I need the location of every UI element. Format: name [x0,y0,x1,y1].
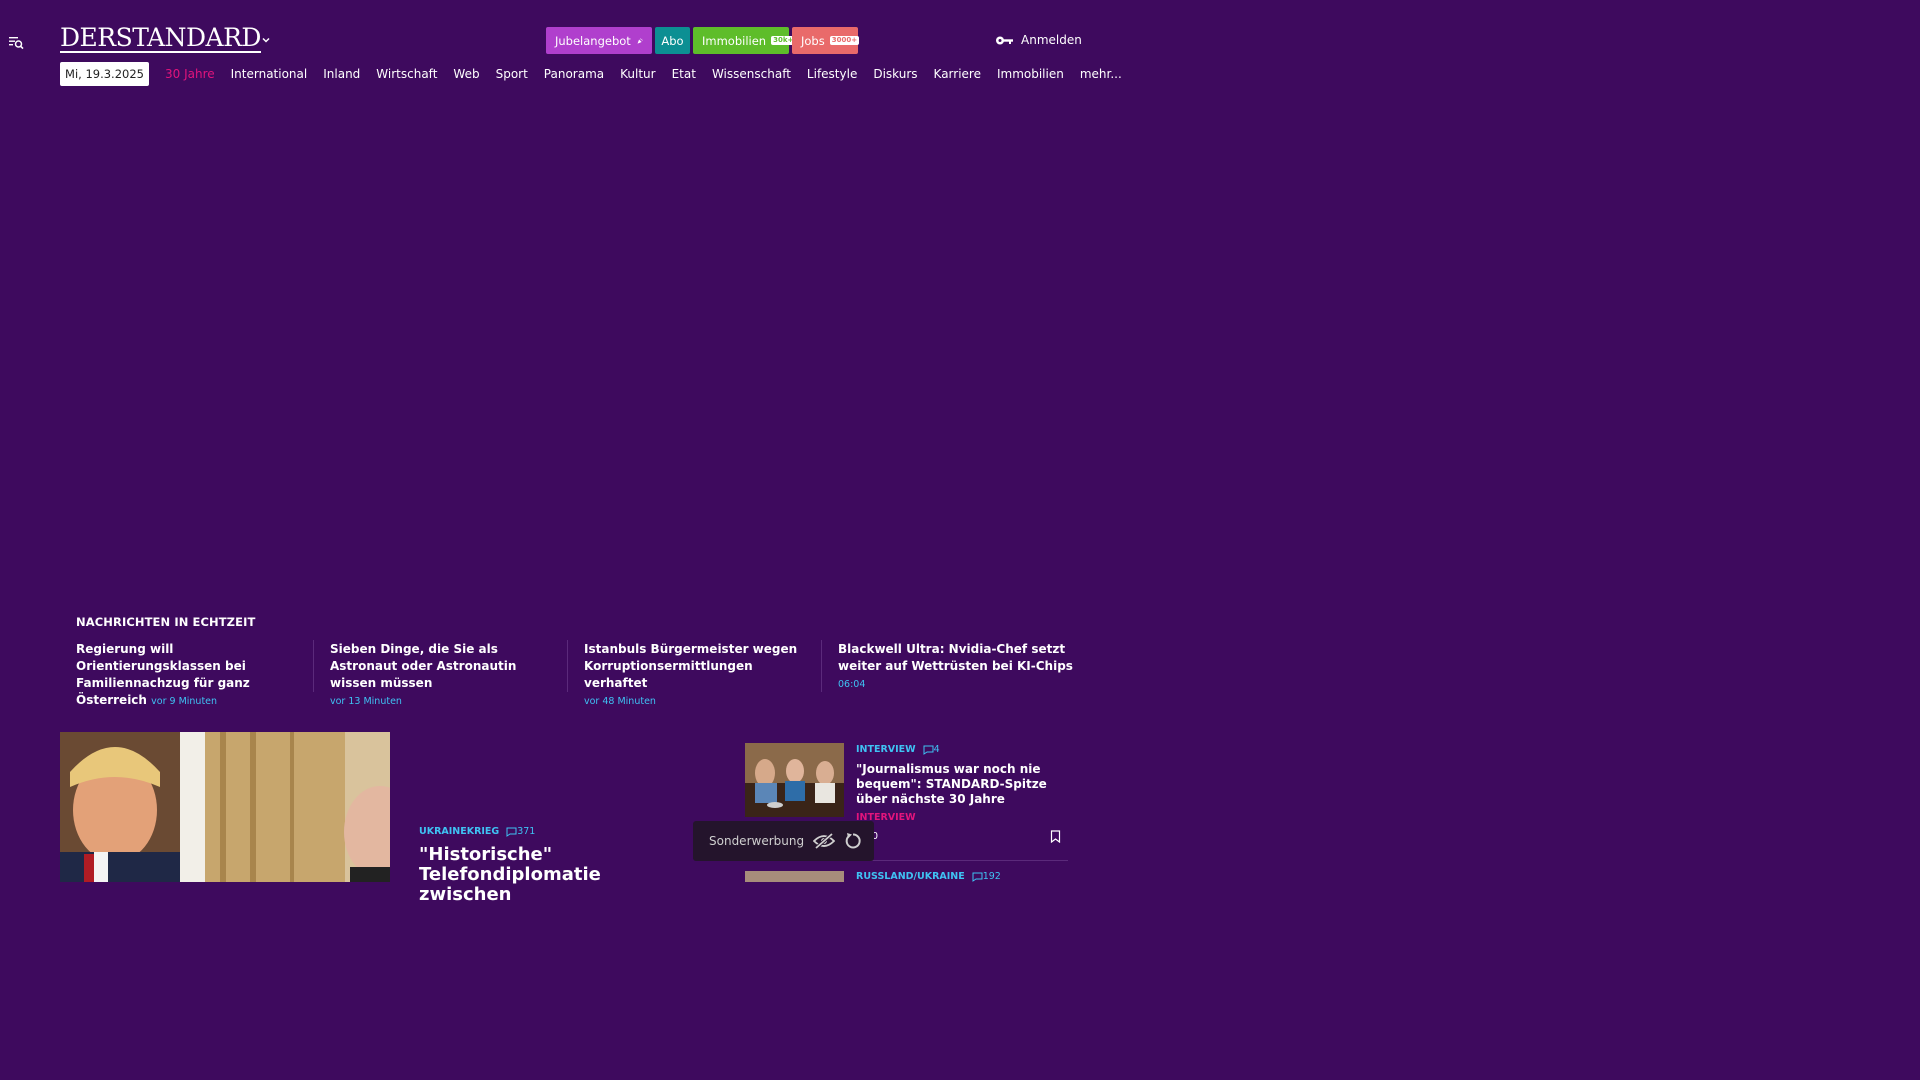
nav-item-international[interactable]: International [231,67,308,81]
side-kicker-label: INTERVIEW [856,744,916,755]
realtime-heading: NACHRICHTEN IN ECHTZEIT [76,615,256,629]
lead-comment-count[interactable]: 371 [506,826,535,837]
side-story-kicker-2: RUSSLAND/UKRAINE 192 [856,871,1001,882]
menu-search-icon[interactable] [8,34,24,50]
immobilien-button[interactable]: Immobilien 30k+ [693,27,796,54]
nav-item-kultur[interactable]: Kultur [620,67,655,81]
jobs-badge: 3000+ [829,36,860,45]
realtime-item-title: Sieben Dinge, die Sie als Astronaut oder… [330,642,517,690]
lead-story-title[interactable]: "Historische" Telefondiplomatie zwischen [419,845,699,905]
party-popper-icon [637,37,643,44]
nav-item-wissenschaft[interactable]: Wissenschaft [712,67,791,81]
side-comment-count-2[interactable]: 192 [972,871,1001,882]
eye-off-icon[interactable] [813,833,836,849]
realtime-divider [313,640,314,692]
login-button[interactable]: Anmelden [995,30,1082,50]
comment-icon [923,745,934,755]
realtime-item[interactable]: Blackwell Ultra: Nvidia-Chef setzt weite… [838,641,1073,693]
realtime-item[interactable]: Istanbuls Bürgermeister wegen Korruption… [584,641,819,710]
side-kicker2-label: RUSSLAND/UKRAINE [856,871,965,882]
jubelangebot-label: Jubelangebot [555,33,631,48]
jobs-label: Jobs [801,33,825,48]
side-story-kicker: INTERVIEW 4 [856,744,940,755]
nav-item-diskurs[interactable]: Diskurs [873,67,917,81]
realtime-item-time: 06:04 [838,679,866,690]
side-story-title[interactable]: "Journalismus war noch nie bequem": STAN… [856,762,1068,807]
realtime-item-title: Blackwell Ultra: Nvidia-Chef setzt weite… [838,642,1073,673]
lead-comment-count-value: 371 [517,826,536,837]
abo-button[interactable]: Abo [655,27,690,54]
nav-item-etat[interactable]: Etat [672,67,696,81]
immobilien-label: Immobilien [702,33,767,48]
lead-story-photo[interactable] [60,732,390,882]
key-icon [996,36,1013,44]
comment-icon [972,872,983,882]
jubelangebot-button[interactable]: Jubelangebot [546,27,652,54]
side-story-divider [856,860,1068,861]
bookmark-icon[interactable] [1050,830,1061,843]
nav-item-web[interactable]: Web [453,67,479,81]
realtime-item-time: vor 48 Minuten [584,696,656,707]
lead-kicker-label: UKRAINEKRIEG [419,826,500,837]
nav-item-panorama[interactable]: Panorama [544,67,604,81]
sonderwerbung-overlay: Sonderwerbung [693,821,874,861]
nav-item-mehr[interactable]: mehr... [1080,67,1122,81]
login-label: Anmelden [1021,33,1082,47]
realtime-item[interactable]: Regierung will Orientierungsklassen bei … [76,641,311,710]
jobs-button[interactable]: Jobs 3000+ [792,27,860,54]
nav-item-sport[interactable]: Sport [496,67,528,81]
nav-item-wirtschaft[interactable]: Wirtschaft [376,67,437,81]
abo-label: Abo [661,33,684,48]
side-comment-count[interactable]: 4 [923,744,940,755]
side-comment-count-value: 4 [933,744,940,755]
realtime-divider [821,640,822,692]
side-comment-count-2-value: 192 [982,871,1001,882]
realtime-item-time: vor 13 Minuten [330,696,402,707]
comment-icon [506,827,517,837]
chevron-down-icon[interactable] [260,34,272,46]
realtime-item-title: Istanbuls Bürgermeister wegen Korruption… [584,642,798,690]
realtime-divider [567,640,568,692]
realtime-item-time: vor 9 Minuten [151,696,218,707]
nav-item-lifestyle[interactable]: Lifestyle [807,67,857,81]
nav-item-30-jahre[interactable]: 30 Jahre [165,67,215,81]
side-story-thumbnail[interactable] [745,743,844,817]
sonderwerbung-label: Sonderwerbung [709,834,805,848]
nav-item-inland[interactable]: Inland [323,67,360,81]
site-logo[interactable]: DERSTANDARD [60,25,261,53]
realtime-item[interactable]: Sieben Dinge, die Sie als Astronaut oder… [330,641,565,710]
main-nav: 30 Jahre International Inland Wirtschaft… [165,62,1138,86]
date-pill: Mi, 19.3.2025 [60,62,149,86]
side-story-thumbnail-2[interactable] [745,871,844,882]
reload-icon[interactable] [844,832,862,850]
nav-item-karriere[interactable]: Karriere [934,67,981,81]
nav-item-immobilien[interactable]: Immobilien [997,67,1064,81]
lead-story-kicker: UKRAINEKRIEG 371 [419,826,535,837]
